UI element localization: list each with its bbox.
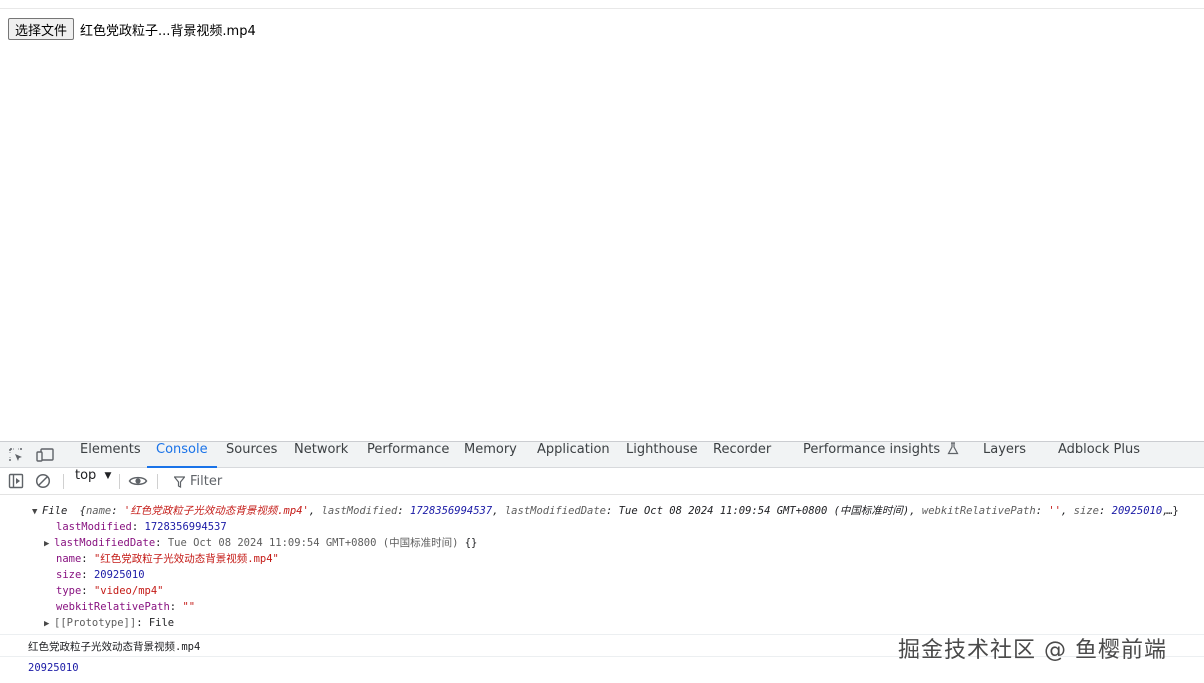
triangle-down-icon: ▼ — [104, 471, 112, 481]
devtools-tabbar: Elements Console Sources Network Perform… — [0, 441, 1204, 468]
toolbar-divider — [63, 474, 64, 489]
filter-placeholder: Filter — [190, 474, 223, 489]
tab-recorder[interactable]: Recorder — [713, 442, 771, 468]
tab-sources[interactable]: Sources — [226, 442, 277, 468]
tab-elements[interactable]: Elements — [80, 442, 141, 468]
prop-prototype[interactable]: ▶ [[Prototype]]: File — [44, 615, 174, 631]
tab-adblock-plus[interactable]: Adblock Plus — [1058, 442, 1140, 468]
flask-icon — [947, 442, 959, 459]
tab-network[interactable]: Network — [294, 442, 348, 468]
prop-lastmodifieddate[interactable]: ▶ lastModifiedDate: Tue Oct 08 2024 11:09… — [44, 535, 477, 551]
prop-type: type: "video/mp4" — [56, 585, 164, 597]
filter-input[interactable]: Filter — [174, 472, 222, 491]
collapsed-triangle-icon: ▶ — [44, 539, 50, 549]
context-selector-label: top — [75, 468, 97, 483]
watermark: 掘金技术社区 @ 鱼樱前端 — [898, 638, 1167, 663]
tab-memory[interactable]: Memory — [464, 442, 517, 468]
tab-performance-insights-label: Performance insights — [803, 442, 941, 457]
console-log-size: 20925010 — [28, 662, 79, 674]
context-selector[interactable]: top ▼ — [75, 468, 111, 495]
page-viewport: 选择文件 红色党政粒子...背景视频.mp4 — [0, 0, 1204, 441]
console-log-name: 红色党政粒子光效动态背景视频.mp4 — [28, 641, 201, 653]
top-divider — [0, 8, 1204, 9]
selected-file-name: 红色党政粒子...背景视频.mp4 — [80, 23, 256, 39]
prop-name: name: "红色党政粒子光效动态背景视频.mp4" — [56, 553, 279, 565]
inspect-element-icon[interactable] — [8, 447, 24, 463]
prop-webkitrelativepath: webkitRelativePath: "" — [56, 601, 196, 613]
prop-size: size: 20925010 — [56, 569, 145, 581]
tab-lighthouse[interactable]: Lighthouse — [626, 442, 698, 468]
object-ellipsis[interactable]: …} — [1166, 503, 1179, 519]
console-toolbar: top ▼ Filter — [0, 468, 1204, 495]
collapsed-triangle-icon: ▶ — [44, 619, 50, 629]
tab-application[interactable]: Application — [537, 442, 610, 468]
device-toolbar-icon[interactable] — [36, 447, 54, 463]
tab-layers[interactable]: Layers — [983, 442, 1026, 468]
console-file-object[interactable]: ▼ File {name: '红色党政粒子光效动态背景视频.mp4', lastM… — [32, 503, 1169, 519]
prop-lastmodified: lastModified: 1728356994537 — [56, 521, 227, 533]
filter-funnel-icon — [174, 475, 185, 488]
tab-performance-insights[interactable]: Performance insights — [803, 442, 959, 468]
file-input[interactable]: 选择文件 红色党政粒子...背景视频.mp4 — [8, 18, 256, 40]
eye-icon[interactable] — [128, 473, 148, 489]
toolbar-divider — [157, 474, 158, 489]
choose-file-button[interactable]: 选择文件 — [8, 18, 75, 40]
tab-console[interactable]: Console — [147, 442, 217, 468]
sidebar-toggle-icon[interactable] — [8, 473, 24, 489]
tab-performance[interactable]: Performance — [367, 442, 449, 468]
expanded-triangle-icon: ▼ — [32, 507, 38, 517]
clear-console-icon[interactable] — [35, 473, 51, 489]
toolbar-divider — [119, 474, 120, 489]
